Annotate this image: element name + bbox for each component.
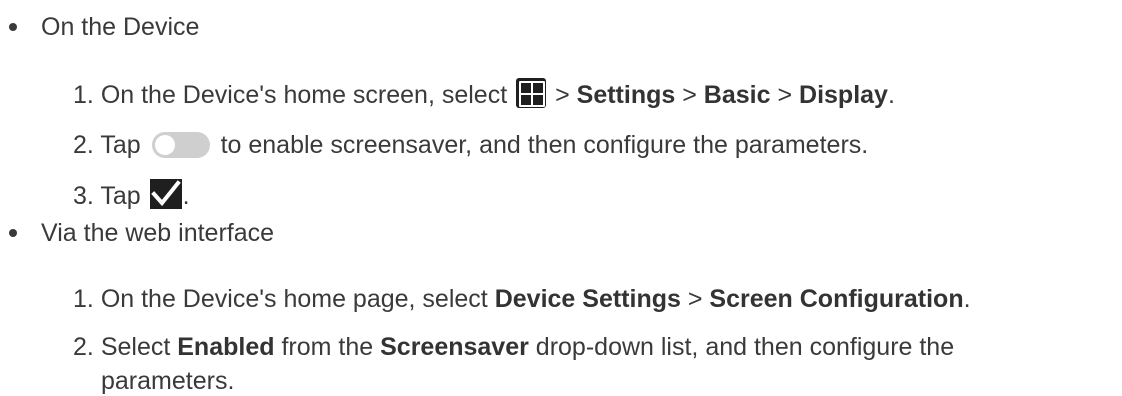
step-text: Tap (100, 182, 141, 210)
apps-grid-icon (516, 78, 547, 108)
section-heading-device: On the Device (41, 12, 199, 42)
step-text: to enable screensaver, and then configur… (220, 131, 869, 159)
heading-text: Via the web interface (41, 219, 275, 247)
field-screensaver: Screensaver (380, 333, 529, 361)
step-text: On the Device's home screen, select (100, 81, 508, 109)
bullet (9, 229, 17, 237)
section-heading-web: Via the web interface (41, 218, 274, 248)
period: . (182, 182, 190, 210)
step-number: 2. (73, 131, 94, 159)
step-text: Tap (100, 131, 141, 159)
checkmark-icon (149, 179, 182, 209)
step-number: 3. (73, 182, 94, 210)
path-separator: > (555, 81, 570, 109)
menu-settings: Settings (576, 81, 676, 109)
menu-screen-configuration: Screen Configuration (709, 285, 964, 313)
step-text: parameters. (101, 367, 235, 395)
menu-device-settings: Device Settings (494, 285, 681, 313)
menu-display: Display (799, 81, 888, 109)
step-web-2-continued: parameters. (101, 366, 234, 396)
menu-basic: Basic (703, 81, 771, 109)
step-device-2: 2. Tap to enable screensaver, and then c… (73, 130, 868, 160)
option-enabled: Enabled (177, 333, 275, 361)
period: . (887, 81, 895, 109)
step-device-3: 3. Tap . (73, 179, 190, 210)
step-web-1: 1. On the Device's home page, select Dev… (73, 284, 971, 314)
step-text: from the (281, 333, 374, 361)
step-text: Select (100, 333, 171, 361)
toggle-switch-icon (151, 132, 210, 158)
path-separator: > (777, 81, 793, 109)
heading-text: On the Device (41, 13, 200, 41)
step-number: 1. (73, 81, 94, 109)
path-separator: > (682, 81, 697, 109)
step-number: 2. (73, 333, 94, 361)
period: . (963, 285, 971, 313)
step-device-1: 1. On the Device's home screen, select >… (73, 78, 895, 109)
step-number: 1. (73, 285, 94, 313)
bullet (9, 23, 17, 31)
path-separator: > (687, 285, 703, 313)
step-text: drop-down list, and then configure the (535, 333, 955, 361)
step-web-2: 2. Select Enabled from the Screensaver d… (73, 332, 954, 362)
step-text: On the Device's home page, select (100, 285, 488, 313)
